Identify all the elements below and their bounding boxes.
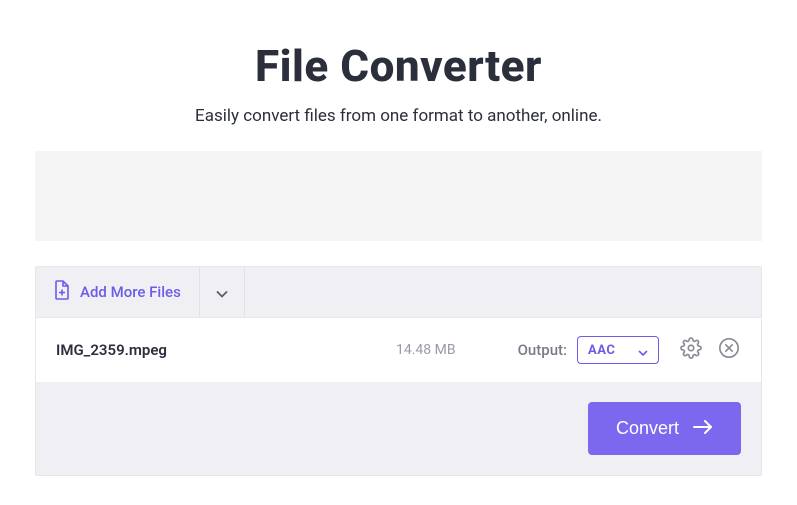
converter-panel: Add More Files IMG_2359.mpeg 14.48 MB Ou… <box>35 266 762 476</box>
gear-icon <box>680 337 702 363</box>
chevron-down-icon <box>638 341 648 360</box>
file-settings-button[interactable] <box>679 338 703 362</box>
remove-file-button[interactable] <box>717 338 741 362</box>
output-label: Output: <box>518 341 567 359</box>
file-dropzone[interactable] <box>35 151 762 241</box>
output-format-select[interactable]: AAC <box>577 336 659 364</box>
file-plus-icon <box>54 280 70 304</box>
add-more-files-button[interactable]: Add More Files <box>36 267 200 317</box>
output-group: Output: AAC <box>518 336 659 364</box>
chevron-down-icon <box>216 283 228 302</box>
file-size: 14.48 MB <box>396 342 486 358</box>
add-files-dropdown-toggle[interactable] <box>200 267 245 317</box>
panel-toolbar: Add More Files <box>36 267 761 318</box>
page-subtitle: Easily convert files from one format to … <box>0 106 797 126</box>
arrow-right-icon <box>693 418 713 439</box>
file-name: IMG_2359.mpeg <box>56 341 396 359</box>
page-header: File Converter Easily convert files from… <box>0 0 797 151</box>
file-row: IMG_2359.mpeg 14.48 MB Output: AAC <box>36 318 761 382</box>
convert-button[interactable]: Convert <box>588 402 741 455</box>
panel-footer: Convert <box>36 382 761 475</box>
output-format-value: AAC <box>588 343 615 358</box>
file-row-actions <box>679 338 741 362</box>
page-title: File Converter <box>0 40 797 92</box>
close-circle-icon <box>718 337 740 363</box>
convert-button-label: Convert <box>616 418 679 439</box>
add-more-files-label: Add More Files <box>80 283 181 301</box>
